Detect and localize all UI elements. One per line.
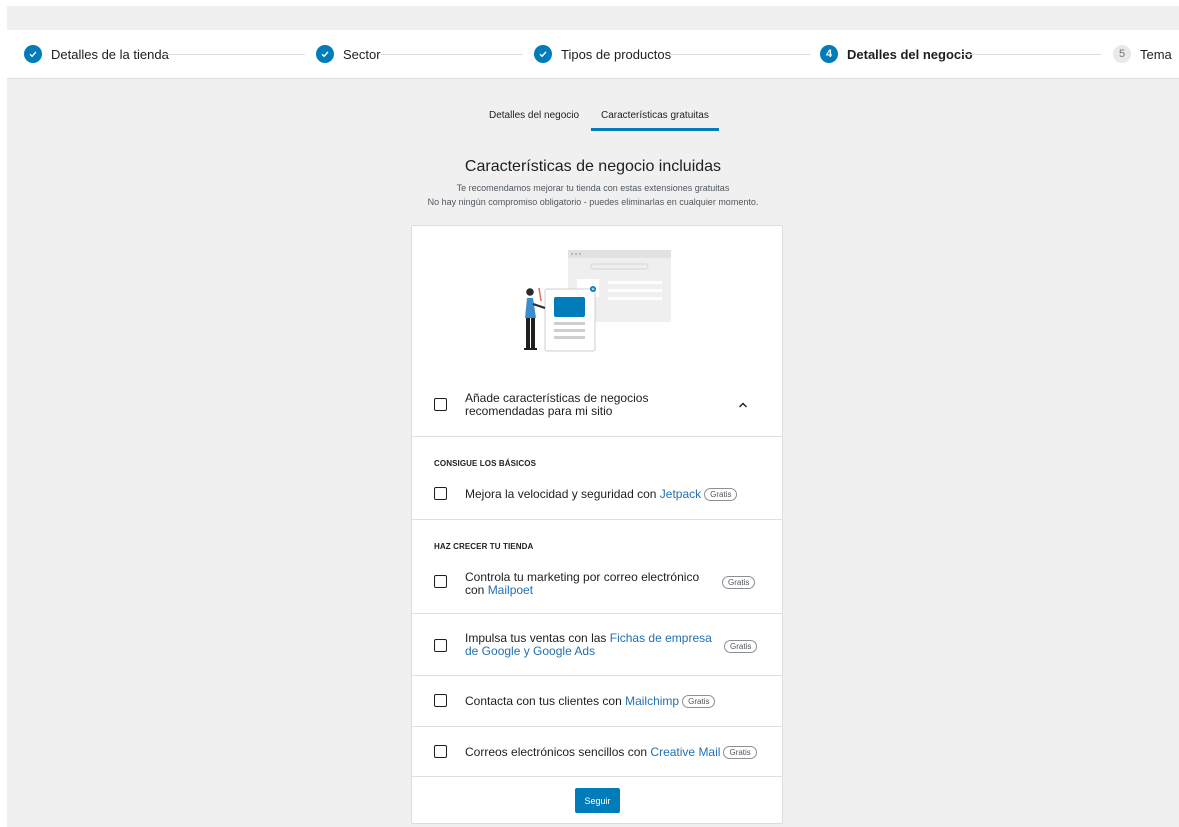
step-sector: Sector <box>316 42 381 66</box>
google-ads-checkbox[interactable] <box>434 639 447 652</box>
tab-free-features[interactable]: Características gratuitas <box>591 110 719 131</box>
step-connector <box>165 54 305 55</box>
app-background: Detalles de la tienda Sector Tipos de pr… <box>7 6 1179 827</box>
creative-mail-description: Correos electrónicos sencillos con <box>465 745 651 759</box>
step-product-types: Tipos de productos <box>534 42 671 66</box>
mailpoet-link[interactable]: Mailpoet <box>488 583 533 597</box>
step-theme: 5 Tema <box>1113 42 1172 66</box>
step-business-details: 4 Detalles del negocio <box>820 42 973 66</box>
features-card: Añade características de negocios recome… <box>411 225 783 824</box>
jetpack-row-text: Mejora la velocidad y seguridad con Jetp… <box>465 487 738 502</box>
main-option-label: Añade características de negocios recome… <box>465 391 649 418</box>
mailchimp-link[interactable]: Mailchimp <box>625 694 679 708</box>
section-title-grow: HAZ CRECER TU TIENDA <box>434 542 534 551</box>
free-badge: Gratis <box>682 695 716 709</box>
section-divider <box>412 519 782 520</box>
step-label: Tipos de productos <box>561 46 672 62</box>
main-option-checkbox[interactable] <box>434 398 447 411</box>
mailpoet-checkbox[interactable] <box>434 575 447 588</box>
mailchimp-checkbox[interactable] <box>434 694 447 707</box>
section-divider <box>412 436 782 437</box>
check-icon <box>316 45 334 63</box>
step-connector <box>669 54 810 55</box>
jetpack-checkbox[interactable] <box>434 487 447 500</box>
free-badge: Gratis <box>723 746 757 760</box>
jetpack-link[interactable]: Jetpack <box>660 487 701 501</box>
creative-mail-link[interactable]: Creative Mail <box>650 745 720 759</box>
check-icon <box>24 45 42 63</box>
page-title: Características de negocio incluidas <box>464 158 722 175</box>
step-label: Tema <box>1140 46 1172 62</box>
google-ads-description: Impulsa tus ventas con las <box>465 631 610 645</box>
step-connector <box>381 54 522 55</box>
free-badge: Gratis <box>724 640 758 653</box>
section-divider <box>412 675 782 676</box>
continue-button[interactable]: Seguir <box>575 788 620 813</box>
tab-business-details[interactable]: Detalles del negocio <box>489 110 579 131</box>
step-label: Sector <box>343 46 381 62</box>
mailchimp-row-text: Contacta con tus clientes con Mailchimp G… <box>465 694 716 709</box>
free-badge: Gratis <box>722 576 756 589</box>
business-features-illustration <box>524 250 671 352</box>
chevron-up-icon[interactable] <box>738 400 748 412</box>
mailpoet-row-text: Controla tu marketing por correo electró… <box>465 571 710 597</box>
page-subtitle-secondary: No hay ningún compromiso obligatorio - p… <box>427 197 759 207</box>
creative-mail-row-text: Correos electrónicos sencillos con Creat… <box>465 745 757 760</box>
section-title-basics: CONSIGUE LOS BÁSICOS <box>434 459 537 468</box>
section-divider <box>412 776 782 777</box>
jetpack-description: Mejora la velocidad y seguridad con <box>465 487 660 501</box>
setup-stepper: Detalles de la tienda Sector Tipos de pr… <box>7 30 1179 79</box>
free-badge: Gratis <box>704 488 738 502</box>
step-number: 4 <box>820 45 838 63</box>
page-subtitle: Te recomendamos mejorar tu tienda con es… <box>456 183 730 193</box>
step-store-details: Detalles de la tienda <box>24 42 169 66</box>
creative-mail-checkbox[interactable] <box>434 745 447 758</box>
step-number: 5 <box>1113 45 1131 63</box>
section-divider <box>412 613 782 614</box>
tab-bar: Detalles del negocio Características gra… <box>7 110 1179 136</box>
mailchimp-description: Contacta con tus clientes con <box>465 694 626 708</box>
step-label: Detalles del negocio <box>847 46 973 62</box>
google-ads-row-text: Impulsa tus ventas con las Fichas de emp… <box>465 632 725 658</box>
step-connector <box>962 54 1101 55</box>
step-label: Detalles de la tienda <box>51 46 169 62</box>
check-icon <box>534 45 552 63</box>
section-divider <box>412 726 782 727</box>
